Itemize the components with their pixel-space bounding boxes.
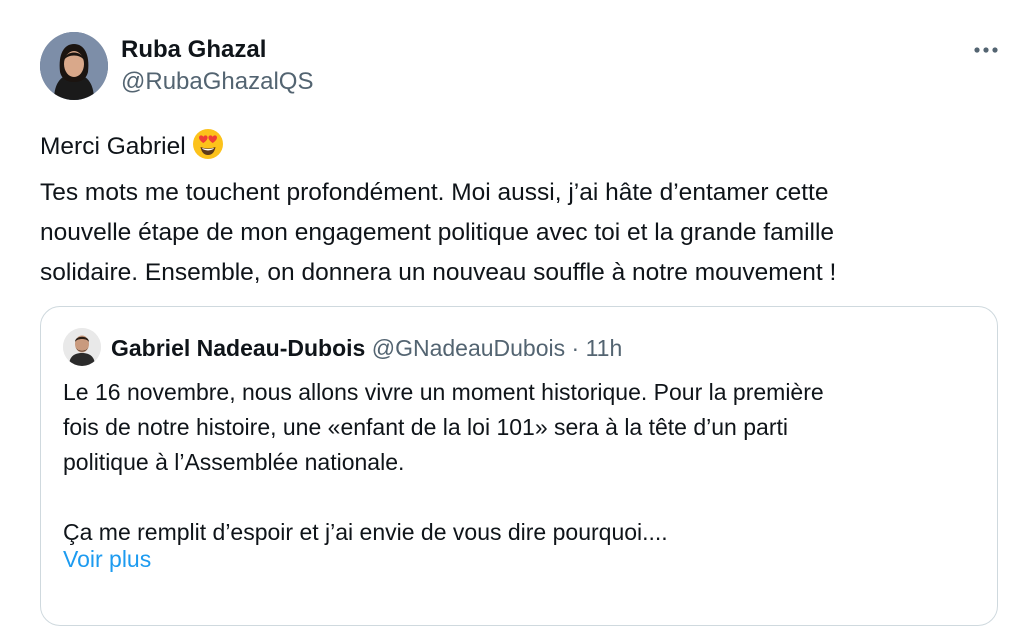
author-handle[interactable]: @RubaGhazalQS: [121, 68, 313, 96]
tweet-line: Merci Gabriel: [40, 127, 990, 173]
more-horizontal-icon: [974, 47, 998, 53]
author-avatar[interactable]: [40, 32, 108, 100]
quoted-tweet-header: Gabriel Nadeau-Dubois @GNadeauDubois · 1…: [111, 334, 622, 362]
heart-eyes-emoji-icon: [192, 128, 224, 173]
show-more-link[interactable]: Voir plus: [63, 544, 151, 574]
more-options-button[interactable]: [968, 38, 1004, 62]
tweet-line: Tes mots me touchent profondément. Moi a…: [40, 179, 829, 206]
quoted-tweet-timestamp[interactable]: 11h: [586, 335, 623, 361]
quoted-tweet-line: Ça me remplit d’espoir et j’ai envie de …: [63, 519, 668, 545]
separator-dot: ·: [571, 335, 580, 361]
quoted-tweet-line: politique à l’Assemblée nationale.: [63, 449, 405, 475]
author-name[interactable]: Ruba Ghazal: [121, 36, 266, 64]
quoted-author-avatar[interactable]: [63, 328, 101, 366]
tweet-text: Merci Gabriel Tes mots me touchent profo…: [40, 127, 990, 293]
quoted-tweet-card[interactable]: Gabriel Nadeau-Dubois @GNadeauDubois · 1…: [40, 306, 998, 626]
tweet-line: solidaire. Ensemble, on donnera un nouve…: [40, 259, 837, 286]
quoted-author-name[interactable]: Gabriel Nadeau-Dubois: [111, 335, 365, 361]
quoted-author-handle[interactable]: @GNadeauDubois: [372, 335, 565, 361]
tweet-line: nouvelle étape de mon engagement politiq…: [40, 219, 835, 246]
quoted-tweet-line: fois de notre histoire, une «enfant de l…: [63, 414, 788, 440]
quoted-tweet-line: Le 16 novembre, nous allons vivre un mom…: [63, 379, 824, 405]
quoted-tweet-text: Le 16 novembre, nous allons vivre un mom…: [63, 375, 983, 550]
